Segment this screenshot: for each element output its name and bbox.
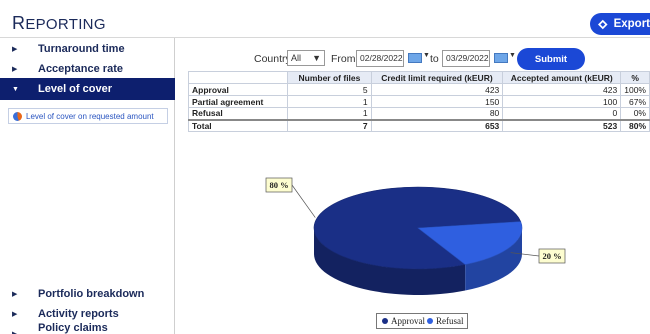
table-header: Number of files	[287, 71, 372, 84]
table-cell: 67%	[620, 95, 650, 108]
sidebar-subitem-level-of-cover-requested[interactable]: Level of cover on requested amount	[8, 108, 168, 124]
sidebar: ▶ Turnaround time ▶ Acceptance rate ▼ Le…	[0, 38, 175, 334]
sidebar-subitem-label: Level of cover on requested amount	[26, 111, 154, 121]
to-label: to	[430, 53, 439, 65]
table-total-row: Total 7 653 523 80%	[187, 118, 650, 132]
level-of-cover-table: Number of files Credit limit required (k…	[187, 71, 650, 132]
caret-right-icon: ▶	[12, 66, 18, 73]
caret-right-icon: ▶	[12, 291, 18, 298]
sidebar-item-portfolio-breakdown[interactable]: ▶ Portfolio breakdown	[0, 284, 175, 304]
sidebar-item-label: Policy claims performance	[38, 322, 108, 334]
from-date-value: 02/28/2022	[360, 53, 403, 63]
to-date-value: 03/29/2022	[446, 53, 489, 63]
table-header-blank	[187, 71, 289, 84]
table-cell: Refusal	[187, 107, 289, 120]
sidebar-item-label: Activity reports	[38, 308, 119, 320]
pie-leader-line-approval	[291, 184, 316, 218]
main-content: Country All ▼ From 02/28/2022 ▼ to 03/29…	[176, 38, 650, 334]
page-title: REPORTING	[12, 13, 106, 34]
table-cell: Total	[187, 118, 289, 132]
submit-button[interactable]: Submit	[517, 48, 585, 70]
pie-label-refusal: 20 %	[542, 251, 561, 261]
sidebar-item-turnaround-time[interactable]: ▶ Turnaround time	[0, 39, 175, 59]
table-cell: 653	[370, 118, 504, 132]
sidebar-item-activity-reports[interactable]: ▶ Activity reports	[0, 304, 175, 324]
sidebar-item-label: Acceptance rate	[38, 63, 123, 75]
chart-legend: Approval Refusal	[376, 313, 468, 329]
caret-right-icon: ▶	[12, 330, 17, 334]
sidebar-item-level-of-cover[interactable]: ▼ Level of cover	[0, 78, 175, 100]
table-cell: 100	[502, 95, 622, 108]
table-cell: 1	[287, 95, 372, 108]
table-cell: 80	[370, 107, 504, 120]
country-select-value: All	[291, 53, 302, 63]
caret-right-icon: ▶	[12, 46, 18, 53]
title-initial: R	[12, 13, 26, 33]
export-button[interactable]: Export	[590, 13, 650, 35]
calendar-icon[interactable]	[494, 53, 508, 63]
table-cell: 0%	[620, 107, 650, 120]
pie-label-approval: 80 %	[269, 180, 288, 190]
table-cell: Approval	[187, 83, 289, 96]
sidebar-item-acceptance-rate[interactable]: ▶ Acceptance rate	[0, 59, 175, 79]
country-select[interactable]: All ▼	[287, 50, 325, 66]
filter-bar: Country All ▼ From 02/28/2022 ▼ to 03/29…	[176, 48, 650, 70]
caret-down-icon: ▼	[12, 85, 19, 93]
table-header: Accepted amount (kEUR)	[502, 71, 622, 84]
table-header: Credit limit required (kEUR)	[370, 71, 504, 84]
legend-swatch	[382, 318, 388, 324]
table-cell: Partial agreement	[187, 95, 289, 108]
table-cell: 80%	[620, 118, 650, 132]
from-label: From	[331, 53, 356, 65]
chevron-down-icon: ▼	[312, 53, 321, 63]
table-row: Approval 5 423 423 100%	[187, 83, 650, 96]
page-header: REPORTING Export	[0, 0, 650, 38]
country-label: Country	[254, 53, 291, 65]
table-cell: 1	[287, 107, 372, 120]
table-cell: 7	[287, 118, 372, 132]
table-header: %	[620, 71, 650, 84]
sidebar-item-label: Level of cover	[38, 83, 112, 95]
table-cell: 0	[502, 107, 622, 120]
from-date-input[interactable]: 02/28/2022	[356, 50, 404, 67]
table-cell: 423	[502, 83, 622, 96]
legend-entry: Refusal	[436, 316, 464, 326]
calendar-icon[interactable]	[408, 53, 422, 63]
legend-swatch	[427, 318, 433, 324]
legend-entry: Approval	[391, 316, 425, 326]
pie-chart-icon	[13, 111, 22, 121]
to-date-input[interactable]: 03/29/2022	[442, 50, 490, 67]
table-cell: 150	[370, 95, 504, 108]
title-rest: EPORTING	[25, 16, 106, 33]
submit-label: Submit	[534, 53, 568, 65]
table-row: Partial agreement 1 150 100 67%	[187, 95, 650, 108]
table-cell: 100%	[620, 83, 650, 96]
chevron-down-icon: ▼	[423, 52, 430, 59]
table-cell: 523	[502, 118, 622, 132]
chevron-down-icon: ▼	[509, 52, 516, 59]
pie-chart: 80 % 20 %	[265, 177, 566, 295]
table-row: Refusal 1 80 0 0%	[187, 107, 650, 120]
export-icon	[598, 19, 608, 29]
table-cell: 5	[287, 83, 372, 96]
table-header-row: Number of files Credit limit required (k…	[187, 71, 650, 84]
table-cell: 423	[370, 83, 504, 96]
caret-right-icon: ▶	[12, 311, 18, 318]
sidebar-item-policy-claims-performance[interactable]: ▶ Policy claims performance	[0, 322, 175, 334]
sidebar-item-label: Turnaround time	[38, 43, 125, 55]
sidebar-item-label: Portfolio breakdown	[38, 288, 145, 300]
export-label: Export	[613, 18, 650, 30]
